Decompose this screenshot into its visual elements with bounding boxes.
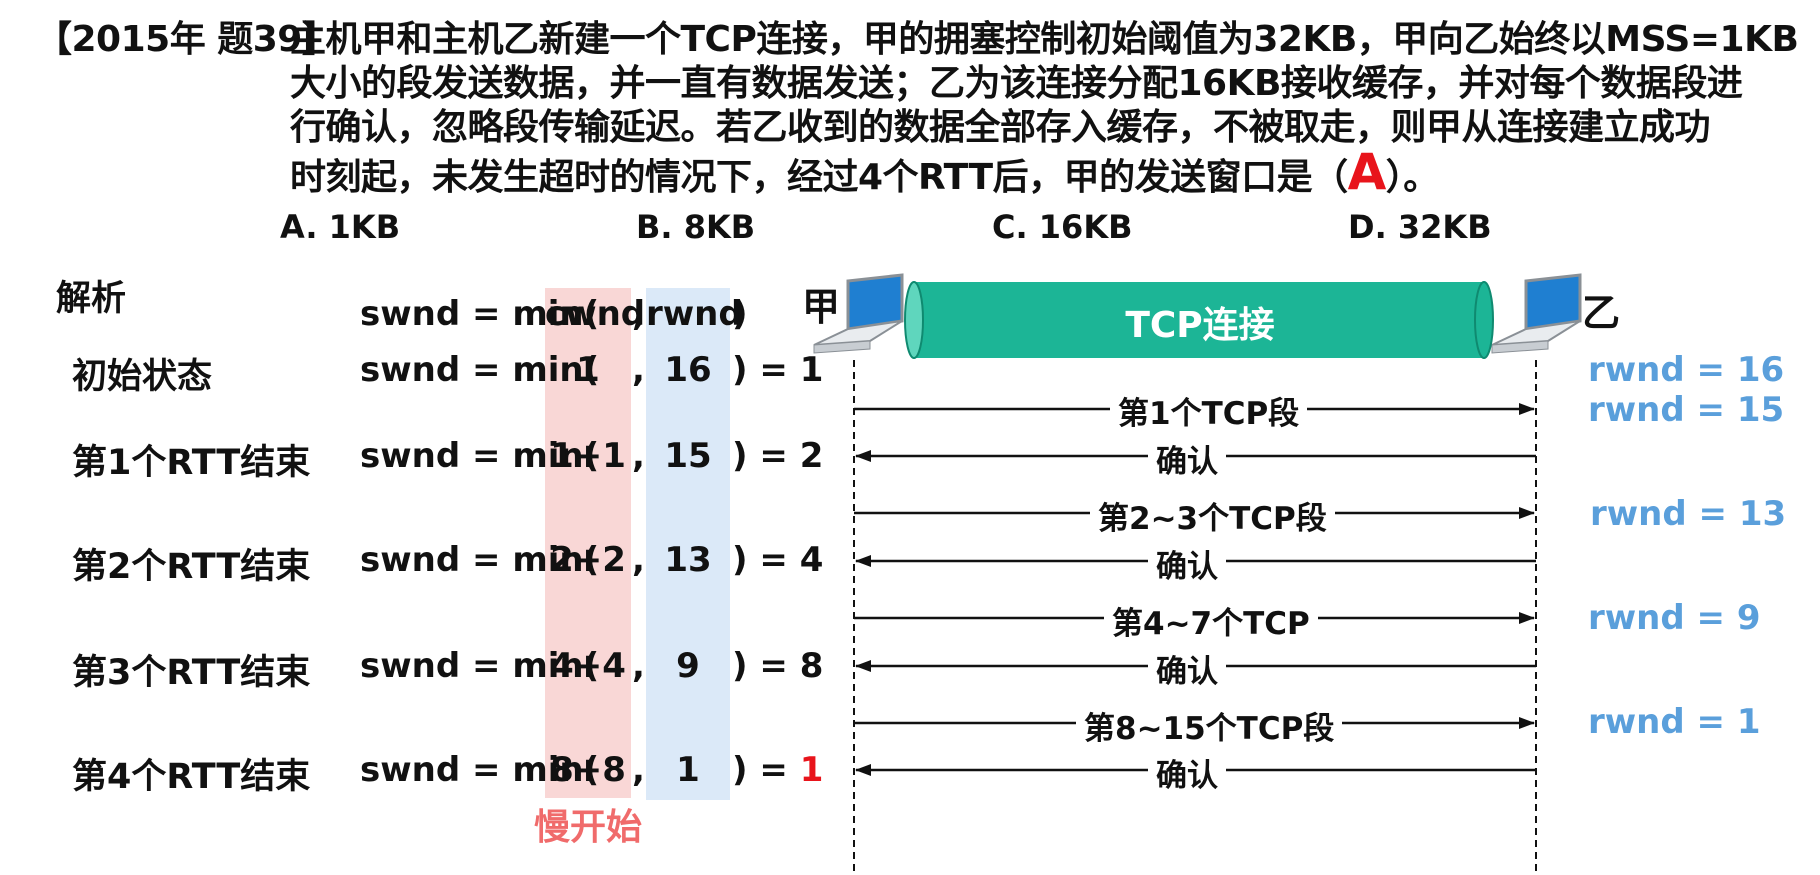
message-label: 确认 <box>1148 750 1226 795</box>
message-label: 第1个TCP段 <box>1110 388 1308 433</box>
message-label: 第2~3个TCP段 <box>1090 493 1335 538</box>
laptop-icon <box>1491 273 1582 354</box>
message-label: 确认 <box>1148 646 1226 691</box>
rwnd-label: rwnd = 9 <box>1588 598 1761 638</box>
sequence-diagram <box>813 273 1582 875</box>
message-label: 第8~15个TCP段 <box>1076 703 1343 748</box>
tcp-connection-label: TCP连接 <box>1125 305 1275 346</box>
message-label: 确认 <box>1148 541 1226 586</box>
rwnd-label: rwnd = 13 <box>1590 494 1787 534</box>
sender-label: 甲 <box>802 285 841 329</box>
message-label: 第4~7个TCP <box>1104 598 1318 643</box>
message-label: 确认 <box>1148 436 1226 481</box>
rwnd-label: rwnd = 16 <box>1588 350 1785 390</box>
rwnd-label: rwnd = 1 <box>1588 702 1761 742</box>
rwnd-label: rwnd = 15 <box>1588 390 1785 430</box>
receiver-label: 乙 <box>1582 291 1621 335</box>
